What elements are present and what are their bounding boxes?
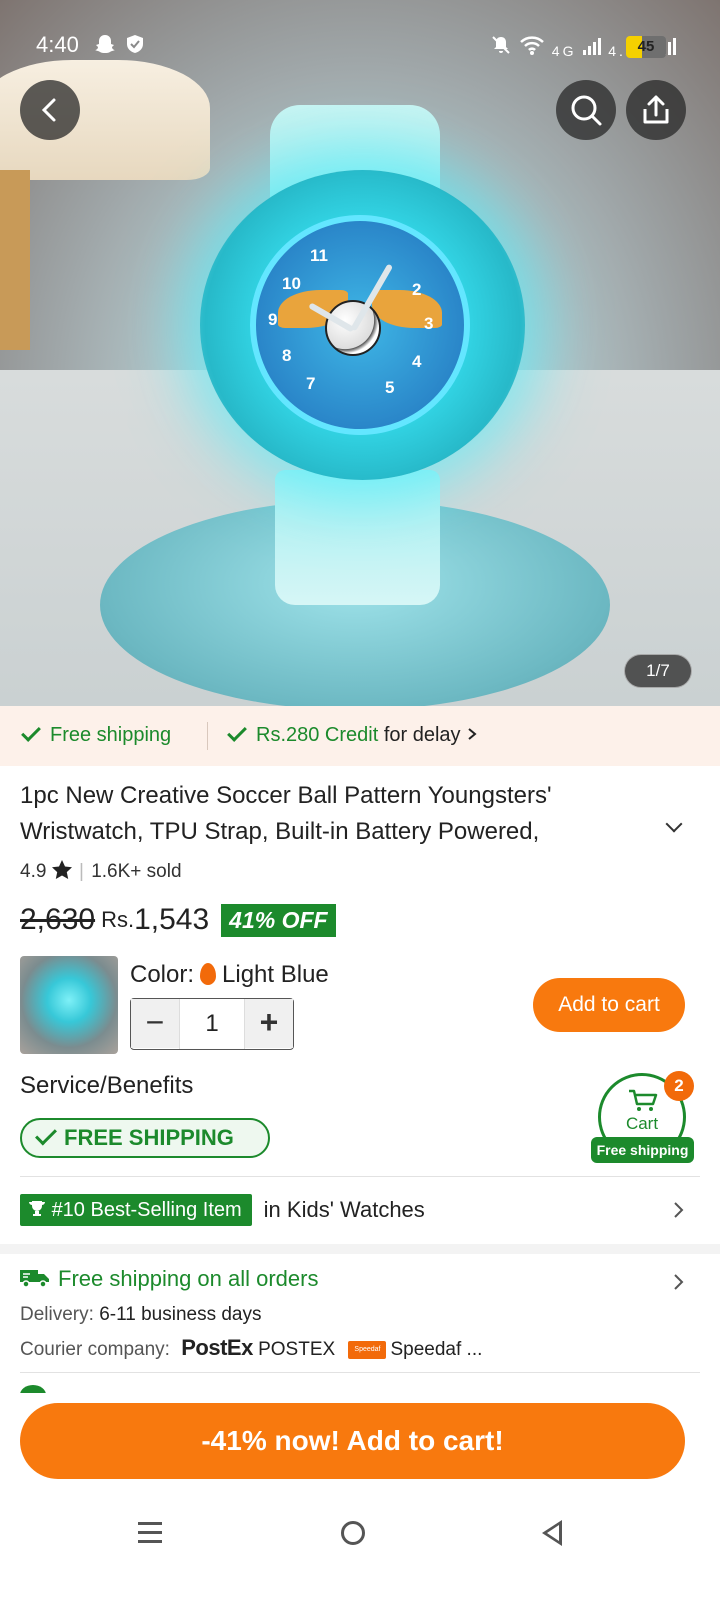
- partially-hidden-row: [20, 1385, 700, 1393]
- speedaf-logo: Speedaf express: [348, 1340, 387, 1371]
- 4g-signal-icon: [583, 38, 602, 55]
- credit-suffix: for delay: [383, 724, 461, 746]
- home-button[interactable]: [341, 1521, 365, 1545]
- promo-bar[interactable]: Free shipping Rs.280 Credit for delay: [0, 706, 720, 766]
- shield-icon: [127, 35, 144, 53]
- color-selector[interactable]: Color: Light Blue: [130, 960, 329, 989]
- search-icon: [571, 95, 602, 126]
- currency-label: Rs.: [101, 907, 135, 932]
- rating-value: 4.9: [20, 861, 47, 882]
- courier-name-postex: POSTEX: [258, 1339, 336, 1360]
- cart-count-badge: 2: [664, 1071, 694, 1101]
- chevron-right-icon[interactable]: [672, 1273, 686, 1291]
- star-icon: [51, 860, 72, 879]
- check-icon: [227, 722, 247, 742]
- rating-separator: |: [78, 861, 84, 882]
- dial-numeral: 2: [412, 280, 422, 299]
- quantity-stepper[interactable]: − 1 +: [130, 998, 294, 1050]
- sold-count: 1.6K+ sold: [91, 861, 182, 882]
- divider: [207, 722, 208, 750]
- battery-indicator: 45: [626, 36, 666, 58]
- back-nav-button[interactable]: [542, 1520, 562, 1546]
- best-seller-category: in Kids' Watches: [263, 1197, 425, 1222]
- courier-name-speedaf: Speedaf ...: [390, 1339, 483, 1360]
- check-icon: [21, 722, 41, 742]
- cart-free-shipping-tag: Free shipping: [591, 1137, 694, 1163]
- dial-numeral: 9: [268, 310, 278, 329]
- best-seller-badge: #10 Best-Selling Item: [20, 1194, 252, 1226]
- cart-label: Cart: [625, 1114, 659, 1133]
- status-left-icons: [94, 34, 145, 59]
- delivery-row: Delivery: 6-11 business days: [20, 1304, 262, 1326]
- status-time: 4:40: [36, 32, 79, 57]
- free-shipping-text: Free shipping: [50, 724, 172, 746]
- divider: [20, 1372, 700, 1373]
- shipping-title: Free shipping on all orders: [58, 1266, 319, 1291]
- status-bar: 4:40 4G 4.5G 45: [0, 0, 720, 59]
- original-price: 2,630: [20, 903, 96, 936]
- watch-strap-bottom: [275, 470, 440, 605]
- rating-row[interactable]: 4.9 | 1.6K+ sold: [20, 860, 182, 883]
- service-title: Service/Benefits: [20, 1072, 194, 1099]
- snapchat-icon: [95, 35, 115, 53]
- sale-price: 1,543: [134, 903, 210, 936]
- share-icon: [643, 95, 669, 124]
- best-seller-text: #10 Best-Selling Item: [51, 1199, 242, 1221]
- credit-amount: Rs.280 Credit: [256, 724, 379, 746]
- divider: [20, 1176, 700, 1177]
- courier-row: Courier company: PostEx POSTEX Speedaf e…: [20, 1335, 483, 1371]
- add-to-cart-cta-button[interactable]: -41% now! Add to cart!: [20, 1403, 685, 1479]
- color-value: Light Blue: [222, 961, 329, 988]
- wifi-icon: [520, 36, 544, 55]
- free-shipping-badge: FREE SHIPPING: [20, 1118, 270, 1158]
- dial-numeral: 7: [306, 374, 316, 393]
- truck-icon: [20, 1270, 49, 1288]
- dial-numeral: 3: [424, 314, 434, 333]
- back-button[interactable]: [20, 80, 80, 140]
- network-4g-label: 4G: [551, 43, 577, 59]
- dial-numeral: 8: [282, 346, 292, 365]
- system-nav-bar: [0, 1500, 720, 1600]
- share-button[interactable]: [626, 80, 686, 140]
- check-icon: [35, 1123, 57, 1146]
- dial-numeral: 5: [385, 378, 395, 397]
- flame-icon: [200, 963, 217, 985]
- decrease-quantity-button[interactable]: −: [131, 999, 179, 1048]
- courier-label: Courier company:: [20, 1339, 170, 1360]
- image-counter: 1/7: [624, 654, 692, 688]
- mute-icon: [492, 36, 510, 54]
- free-shipping-promo: Free shipping: [21, 722, 172, 747]
- section-separator: [0, 1244, 720, 1254]
- add-to-cart-button[interactable]: Add to cart: [533, 978, 685, 1032]
- shipping-title-row[interactable]: Free shipping on all orders: [20, 1266, 318, 1292]
- quantity-value[interactable]: 1: [179, 999, 245, 1049]
- search-button[interactable]: [556, 80, 616, 140]
- title-fade: [540, 814, 640, 850]
- cart-icon: [629, 1089, 658, 1111]
- lamp-post-graphic: [0, 170, 30, 350]
- increase-quantity-button[interactable]: +: [245, 999, 293, 1048]
- delivery-label: Delivery:: [20, 1304, 94, 1325]
- dial-numeral: 4: [412, 352, 422, 371]
- shield-icon: [20, 1385, 46, 1393]
- color-label: Color:: [130, 961, 195, 988]
- postex-logo: PostEx: [181, 1335, 253, 1360]
- expand-title-chevron-down-icon[interactable]: [665, 815, 683, 833]
- free-shipping-badge-text: FREE SHIPPING: [64, 1125, 234, 1150]
- chevron-right-icon: [468, 728, 477, 740]
- dial-numeral: 10: [282, 274, 301, 293]
- best-seller-row[interactable]: #10 Best-Selling Item in Kids' Watches: [20, 1193, 425, 1227]
- price-row: 2,630 Rs. 1,543 41% OFF: [20, 898, 336, 942]
- variant-thumbnail[interactable]: [20, 956, 118, 1054]
- delay-credit-promo[interactable]: Rs.280 Credit for delay: [227, 722, 478, 747]
- dial-numeral: 11: [310, 246, 328, 265]
- trophy-icon: [29, 1201, 45, 1216]
- chevron-left-icon: [41, 98, 56, 122]
- recent-apps-button[interactable]: [138, 1522, 162, 1549]
- chevron-right-icon[interactable]: [672, 1201, 686, 1219]
- delivery-value: 6-11 business days: [99, 1304, 262, 1325]
- discount-badge: 41% OFF: [221, 903, 336, 937]
